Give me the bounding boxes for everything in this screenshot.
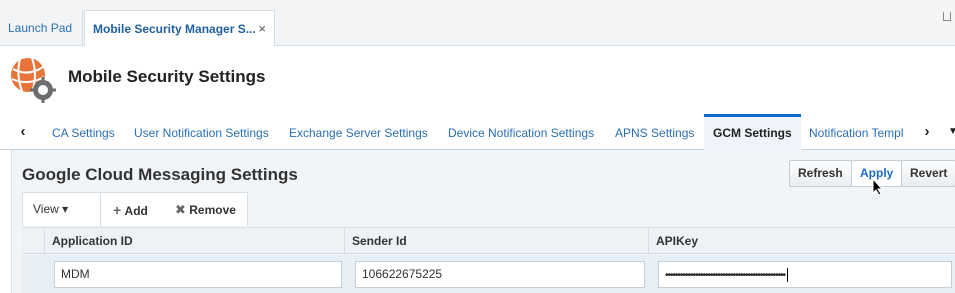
tab-mobile-security-manager[interactable]: Mobile Security Manager S... × [84, 10, 275, 46]
window-corner-icon [943, 12, 951, 21]
tab-ca-settings[interactable]: CA Settings [52, 114, 115, 150]
table-row[interactable]: MDM 106622675225 •••••••••••••••••••••••… [22, 255, 955, 293]
page-title: Mobile Security Settings [68, 67, 266, 86]
remove-label: Remove [189, 203, 236, 217]
panel-title: Google Cloud Messaging Settings [22, 165, 298, 184]
tab-label: Mobile Security Manager S... [93, 22, 256, 36]
tab-label: Launch Pad [8, 21, 73, 35]
tab-apns-settings[interactable]: APNS Settings [615, 114, 694, 150]
pointer-cursor-icon [872, 178, 884, 196]
globe-gear-icon [11, 57, 56, 103]
tab-device-notification-settings[interactable]: Device Notification Settings [448, 114, 594, 150]
text-cursor [787, 267, 789, 282]
tab-gcm-settings[interactable]: GCM Settings [704, 114, 801, 150]
plus-icon: + [113, 202, 122, 218]
table-header: Application ID Sender Id APIKey [22, 227, 955, 254]
add-button[interactable]: + Add [113, 202, 148, 218]
close-icon[interactable]: × [258, 11, 266, 47]
chevron-left-icon[interactable]: ‹ [16, 123, 30, 141]
page-header: Mobile Security Settings [0, 47, 955, 113]
toolbar-divider [100, 193, 101, 227]
caret-down-icon[interactable]: ▼ [946, 123, 955, 141]
tab-user-notification-settings[interactable]: User Notification Settings [134, 114, 269, 150]
table-toolbar: View ▾ + Add ✖ Remove [22, 192, 248, 227]
column-sender-id[interactable]: Sender Id [344, 228, 648, 254]
remove-button[interactable]: ✖ Remove [175, 202, 236, 218]
application-id-field[interactable]: MDM [54, 261, 342, 288]
column-apikey[interactable]: APIKey [648, 228, 955, 254]
settings-subtab-bar: ‹ CA Settings User Notification Settings… [0, 114, 955, 150]
tab-notification-templates[interactable]: Notification Templ [809, 114, 904, 150]
apikey-masked-value: ••••••••••••••••••••••••••••••••••••••••… [665, 270, 786, 281]
revert-button[interactable]: Revert [901, 160, 955, 187]
top-tab-bar: Launch Pad Mobile Security Manager S... … [0, 0, 955, 46]
view-label: View [33, 202, 59, 216]
chevron-right-icon[interactable]: › [920, 123, 934, 141]
sender-id-field[interactable]: 106622675225 [355, 261, 645, 288]
refresh-button[interactable]: Refresh [789, 160, 852, 187]
add-label: Add [124, 204, 148, 218]
gcm-settings-panel: Google Cloud Messaging Settings Refresh … [11, 150, 955, 293]
apikey-field[interactable]: ••••••••••••••••••••••••••••••••••••••••… [658, 261, 952, 288]
tab-launch-pad[interactable]: Launch Pad [0, 10, 83, 46]
view-menu[interactable]: View ▾ [33, 202, 68, 216]
tab-exchange-server-settings[interactable]: Exchange Server Settings [289, 114, 428, 150]
column-application-id[interactable]: Application ID [44, 228, 344, 254]
x-icon: ✖ [175, 202, 186, 217]
caret-down-icon: ▾ [62, 202, 69, 216]
